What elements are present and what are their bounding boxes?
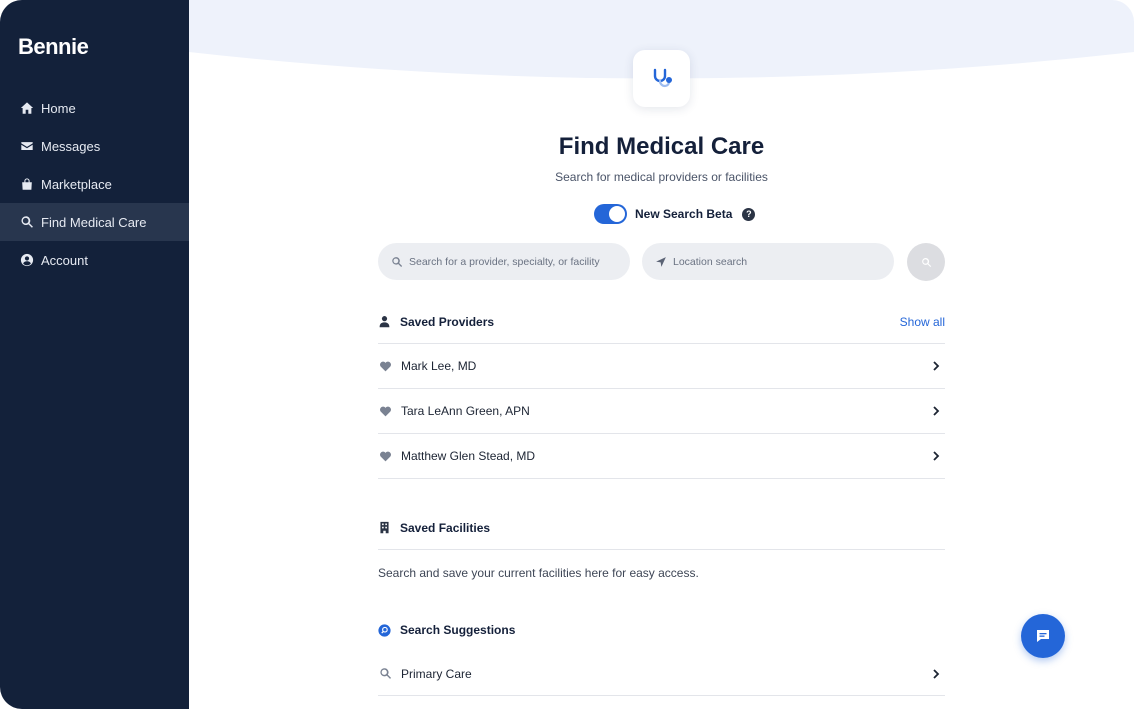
sidebar-item-label: Home bbox=[41, 100, 76, 116]
show-all-link[interactable]: Show all bbox=[900, 315, 945, 329]
new-search-toggle-row: New Search Beta ? bbox=[594, 204, 756, 224]
user-circle-icon bbox=[20, 253, 34, 267]
page-title: Find Medical Care bbox=[558, 133, 765, 160]
toggle-knob bbox=[609, 206, 625, 222]
chat-button[interactable] bbox=[1021, 614, 1065, 658]
help-icon[interactable]: ? bbox=[742, 207, 756, 221]
heart-icon[interactable] bbox=[379, 360, 392, 373]
location-search-field[interactable] bbox=[642, 243, 894, 280]
saved-providers-section: Saved Providers Show all Mark Lee, MD Ta… bbox=[378, 300, 945, 479]
chat-bubble-icon bbox=[1035, 628, 1051, 644]
toggle-label: New Search Beta bbox=[635, 207, 733, 221]
saved-provider-row[interactable]: Tara LeAnn Green, APN bbox=[378, 389, 945, 434]
sidebar-item-find-medical-care[interactable]: Find Medical Care bbox=[0, 203, 189, 241]
sidebar-item-account[interactable]: Account bbox=[0, 241, 189, 279]
sidebar: Bennie Home Messages Marketplace Find Me… bbox=[0, 0, 189, 709]
location-search-input[interactable] bbox=[673, 255, 894, 268]
search-icon bbox=[379, 667, 392, 680]
section-title: Search Suggestions bbox=[400, 623, 516, 637]
sidebar-item-label: Find Medical Care bbox=[41, 214, 147, 230]
page-subtitle: Search for medical providers or faciliti… bbox=[555, 170, 768, 184]
person-icon bbox=[378, 315, 391, 328]
chevron-right-icon bbox=[931, 406, 941, 416]
chevron-right-icon bbox=[931, 668, 941, 679]
home-icon bbox=[20, 101, 34, 115]
saved-facilities-header: Saved Facilities bbox=[378, 506, 945, 550]
chevron-right-icon bbox=[931, 451, 941, 461]
stethoscope-icon bbox=[648, 65, 676, 93]
search-icon bbox=[921, 257, 932, 268]
brand-logo[interactable]: Bennie bbox=[18, 34, 89, 60]
search-icon bbox=[20, 215, 34, 229]
provider-search-field[interactable] bbox=[378, 243, 630, 280]
sidebar-item-label: Marketplace bbox=[41, 176, 112, 192]
search-suggestion-icon bbox=[378, 623, 391, 637]
search-suggestion-row[interactable]: Primary Care bbox=[378, 652, 945, 696]
sidebar-nav: Home Messages Marketplace Find Medical C… bbox=[0, 89, 189, 279]
search-suggestions-section: Search Suggestions Primary Care bbox=[378, 608, 945, 696]
saved-provider-row[interactable]: Matthew Glen Stead, MD bbox=[378, 434, 945, 479]
sidebar-item-marketplace[interactable]: Marketplace bbox=[0, 165, 189, 203]
provider-search-input[interactable] bbox=[409, 255, 630, 268]
search-suggestions-header: Search Suggestions bbox=[378, 608, 945, 652]
provider-name: Mark Lee, MD bbox=[401, 359, 477, 373]
search-button[interactable] bbox=[907, 243, 945, 281]
section-title: Saved Providers bbox=[400, 314, 495, 329]
section-title: Saved Facilities bbox=[400, 520, 491, 535]
saved-providers-header: Saved Providers Show all bbox=[378, 300, 945, 344]
suggestion-label: Primary Care bbox=[401, 666, 472, 681]
main-content: Find Medical Care Search for medical pro… bbox=[189, 0, 1134, 709]
bag-icon bbox=[20, 177, 34, 191]
empty-state-text: Search and save your current facilities … bbox=[378, 566, 699, 580]
hero-icon-card bbox=[633, 50, 690, 107]
sidebar-item-label: Account bbox=[41, 252, 88, 268]
sidebar-item-home[interactable]: Home bbox=[0, 89, 189, 127]
sidebar-item-label: Messages bbox=[41, 138, 101, 154]
new-search-beta-toggle[interactable] bbox=[594, 204, 627, 224]
heart-icon[interactable] bbox=[379, 405, 392, 418]
app-window: Bennie Home Messages Marketplace Find Me… bbox=[0, 0, 1134, 709]
envelope-icon bbox=[20, 139, 34, 153]
provider-name: Tara LeAnn Green, APN bbox=[401, 404, 530, 418]
chevron-right-icon bbox=[931, 361, 941, 371]
sidebar-item-messages[interactable]: Messages bbox=[0, 127, 189, 165]
saved-facilities-section: Saved Facilities Search and save your cu… bbox=[378, 506, 945, 580]
heart-icon[interactable] bbox=[379, 450, 392, 463]
location-arrow-icon bbox=[655, 256, 667, 268]
search-icon bbox=[391, 256, 403, 268]
provider-name: Matthew Glen Stead, MD bbox=[401, 449, 536, 463]
saved-provider-row[interactable]: Mark Lee, MD bbox=[378, 344, 945, 389]
building-icon bbox=[378, 521, 391, 534]
